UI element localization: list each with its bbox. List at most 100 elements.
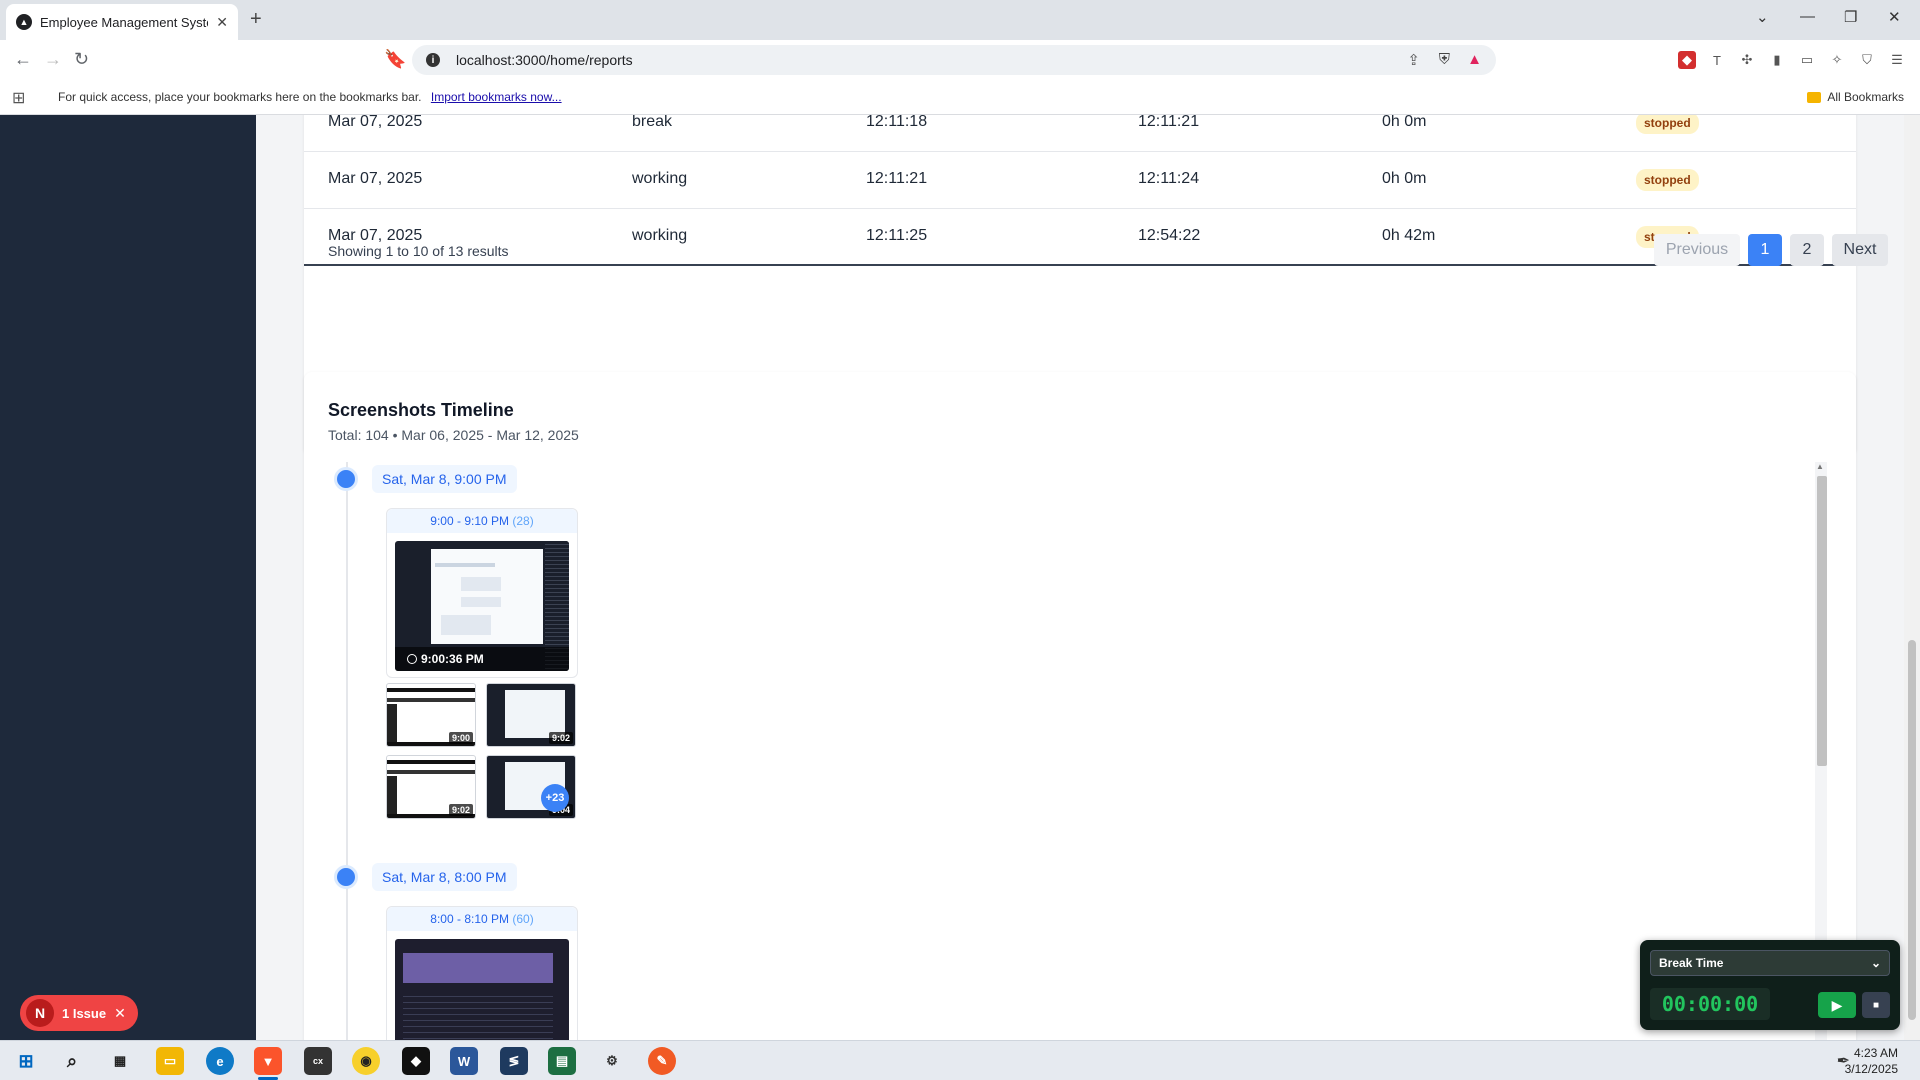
app-favicon-icon: ▲ [16, 14, 32, 30]
terminal-app-icon[interactable]: cx [304, 1047, 332, 1075]
nextjs-logo-icon: N [26, 999, 54, 1027]
stop-timer-button[interactable]: ■ [1862, 992, 1890, 1018]
address-bar[interactable]: i localhost:3000/home/reports ⇪ ⛨ ▲ [412, 45, 1496, 75]
slot-range: 9:00 - 9:10 PM [430, 514, 510, 528]
window-close-icon[interactable]: ✕ [1888, 8, 1901, 26]
scroll-up-icon[interactable]: ▲ [1816, 462, 1824, 471]
app-sidebar [0, 115, 256, 1040]
browser-tab[interactable]: ▲ Employee Management System ✕ [6, 4, 238, 40]
slot-header: 8:00 - 8:10 PM (60) [387, 907, 577, 931]
results-summary: Showing 1 to 10 of 13 results [328, 243, 509, 259]
group-header[interactable]: Sat, Mar 8, 9:00 PM [372, 465, 517, 493]
bookmarks-hint: For quick access, place your bookmarks h… [58, 90, 562, 104]
search-icon[interactable]: ⌕ [58, 1047, 86, 1075]
bookmarks-bar: ⊞ For quick access, place your bookmarks… [0, 80, 1920, 115]
wallet-icon[interactable]: ▭ [1798, 51, 1816, 69]
translate-extension-icon[interactable]: T [1708, 51, 1726, 69]
postman-icon[interactable]: ✎ [648, 1047, 676, 1075]
time-slot-card[interactable]: 8:00 - 8:10 PM (60) [386, 906, 578, 1040]
brave-icon[interactable]: ▼ [254, 1047, 282, 1075]
cell-end: 12:54:22 [1138, 227, 1201, 244]
thumbnail-time: 9:02 [548, 732, 573, 744]
screenshot-timestamp: 9:00:36 PM [395, 647, 569, 671]
settings-gear-icon[interactable]: ⚙ [598, 1047, 626, 1075]
cell-start: 12:11:18 [866, 115, 928, 130]
screenshot-time: 9:00:36 PM [421, 652, 484, 666]
cell-end: 12:11:24 [1138, 170, 1200, 187]
bookmark-page-icon[interactable]: 🔖 [384, 49, 406, 70]
back-icon[interactable]: ← [14, 49, 32, 70]
postman-like-app-icon[interactable]: ◉ [352, 1047, 380, 1075]
section-subtitle: Total: 104 • Mar 06, 2025 - Mar 12, 2025 [328, 427, 579, 443]
menu-icon[interactable]: ☰ [1888, 51, 1906, 69]
clock-time: 4:23 AM [1853, 1046, 1898, 1060]
share-icon[interactable]: ⇪ [1407, 51, 1420, 69]
page-scrollbar[interactable] [1904, 115, 1920, 1040]
cell-type: working [632, 170, 688, 187]
thumbnail-time: 9:00 [448, 732, 473, 744]
screenshot-preview[interactable] [395, 939, 569, 1040]
browser-toolbar: ← → ↻ 🔖 i localhost:3000/home/reports ⇪ … [0, 40, 1920, 80]
brave-shield-icon[interactable]: ⛨ [1439, 51, 1450, 68]
previous-page-button[interactable]: Previous [1654, 234, 1740, 266]
all-bookmarks-label: All Bookmarks [1827, 90, 1904, 104]
start-timer-button[interactable]: ▶ [1818, 992, 1856, 1018]
tab-search-chevron-icon[interactable]: ⌄ [1756, 8, 1769, 26]
group-header[interactable]: Sat, Mar 8, 8:00 PM [372, 863, 517, 891]
excel-chart-icon[interactable]: ▤ [548, 1047, 576, 1075]
word-icon[interactable]: W [450, 1047, 478, 1075]
page-1-button[interactable]: 1 [1748, 234, 1782, 266]
all-bookmarks-button[interactable]: All Bookmarks [1807, 90, 1904, 104]
timer-display: 00:00:00 [1650, 988, 1770, 1020]
bookmarks-prompt: For quick access, place your bookmarks h… [58, 90, 422, 104]
vpn-icon[interactable]: ⛉ [1858, 51, 1876, 69]
vscode-icon[interactable]: ≶ [500, 1047, 528, 1075]
url-text[interactable]: localhost:3000/home/reports [456, 52, 633, 68]
screenshot-thumbnail[interactable]: 9:04 +23 [486, 755, 576, 819]
unity-icon[interactable]: ◆ [402, 1047, 430, 1075]
dev-issues-badge[interactable]: N 1 Issue ✕ [20, 995, 138, 1031]
extension-icon[interactable]: ◆ [1678, 51, 1696, 69]
system-clock[interactable]: 4:23 AM 3/12/2025 [1845, 1045, 1898, 1077]
brave-rewards-icon[interactable]: ▲ [1467, 51, 1482, 68]
edge-icon[interactable]: e [206, 1047, 234, 1075]
leo-ai-icon[interactable]: ✧ [1828, 51, 1846, 69]
task-view-icon[interactable]: ▦ [106, 1047, 134, 1075]
timer-mode-select[interactable]: Break Time ⌄ [1650, 950, 1890, 976]
tab-close-icon[interactable]: ✕ [216, 14, 228, 31]
site-info-icon[interactable]: i [426, 53, 440, 67]
file-explorer-icon[interactable]: ▭ [156, 1047, 184, 1075]
new-tab-icon[interactable]: + [250, 8, 262, 31]
screenshot-code-lines [403, 991, 553, 1040]
chevron-down-icon: ⌄ [1870, 956, 1881, 970]
screenshot-banner [403, 953, 553, 983]
next-page-button[interactable]: Next [1832, 234, 1888, 266]
thumbnail-time: 9:02 [448, 804, 473, 816]
screenshot-thumbnail[interactable]: 9:00 [386, 683, 476, 747]
forward-icon[interactable]: → [44, 49, 62, 70]
screenshots-timeline-card: Screenshots Timeline Total: 104 • Mar 06… [304, 372, 1856, 1040]
screenshot-thumbnail[interactable]: 9:02 [486, 683, 576, 747]
screenshot-thumbnail[interactable]: 9:02 [386, 755, 476, 819]
cell-duration: 0h 0m [1382, 170, 1427, 187]
minimize-icon[interactable]: — [1800, 8, 1815, 25]
restore-icon[interactable]: ❐ [1844, 8, 1857, 26]
extensions-puzzle-icon[interactable]: ✣ [1738, 51, 1756, 69]
page-scrollbar-thumb[interactable] [1908, 640, 1916, 1020]
apps-grid-icon[interactable]: ⊞ [12, 88, 25, 108]
cell-type: break [632, 115, 673, 130]
close-icon[interactable]: ✕ [114, 1005, 126, 1022]
issue-count[interactable]: 1 Issue [62, 1006, 106, 1021]
table-row: Mar 07, 2025 break 12:11:18 12:11:21 0h … [304, 115, 1856, 152]
screenshot-preview[interactable]: 9:00:36 PM [395, 541, 569, 671]
page-2-button[interactable]: 2 [1790, 234, 1824, 266]
clock-date: 3/12/2025 [1844, 1062, 1898, 1076]
time-slot-card[interactable]: 9:00 - 9:10 PM (28) 9:00:36 PM [386, 508, 578, 678]
play-icon: ▶ [1831, 996, 1843, 1013]
windows-start-icon[interactable]: ⊞ [12, 1047, 40, 1075]
scrollbar-thumb[interactable] [1817, 476, 1827, 766]
import-bookmarks-link[interactable]: Import bookmarks now... [431, 90, 562, 104]
more-screenshots-badge[interactable]: +23 [541, 784, 569, 812]
sidebar-toggle-icon[interactable]: ▮ [1768, 51, 1786, 69]
reload-icon[interactable]: ↻ [74, 49, 89, 70]
